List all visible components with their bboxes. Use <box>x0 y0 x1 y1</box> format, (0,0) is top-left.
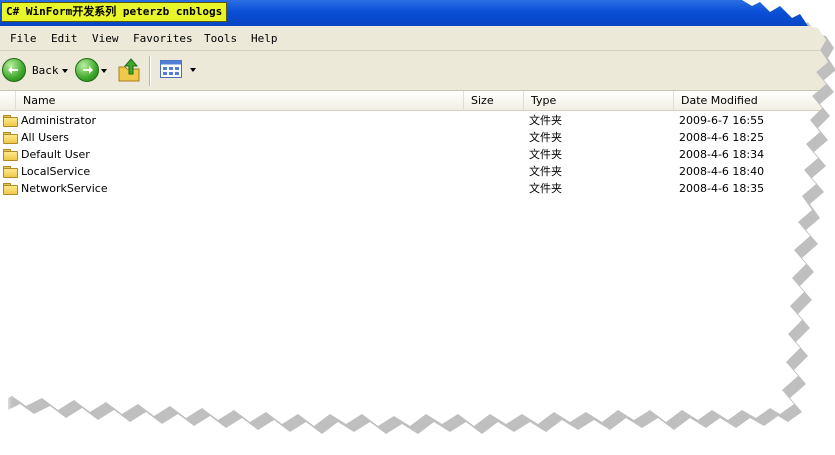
file-name: NetworkService <box>21 182 108 195</box>
menu-view[interactable]: View <box>92 26 119 50</box>
forward-arrow-icon <box>75 58 99 82</box>
title-bar[interactable]: C# WinForm开发系列 peterzb cnblogs <box>0 0 828 26</box>
menu-favorites[interactable]: Favorites <box>133 26 193 50</box>
file-row[interactable]: All Users 文件夹 2008-4-6 18:25 <box>0 129 828 146</box>
folder-icon <box>3 149 18 161</box>
up-button[interactable] <box>116 56 142 84</box>
file-date: 2008-4-6 18:34 <box>679 148 765 161</box>
menu-help[interactable]: Help <box>251 26 278 50</box>
folder-up-icon <box>117 57 141 87</box>
toolbar-separator <box>149 56 150 86</box>
file-date: 2008-4-6 18:40 <box>679 165 765 178</box>
menu-bar: File Edit View Favorites Tools Help <box>0 26 828 51</box>
file-type: 文件夹 <box>529 148 562 161</box>
file-name: All Users <box>21 131 69 144</box>
views-button[interactable] <box>158 58 200 82</box>
file-date: 2009-6-7 16:55 <box>679 114 765 127</box>
views-icon <box>160 60 182 82</box>
folder-icon <box>3 183 18 195</box>
back-dropdown-icon <box>62 69 68 73</box>
file-row[interactable]: Default User 文件夹 2008-4-6 18:34 <box>0 146 828 163</box>
folder-icon <box>3 166 18 178</box>
file-row[interactable]: Administrator 文件夹 2009-6-7 16:55 <box>0 112 828 129</box>
file-date: 2008-4-6 18:25 <box>679 131 765 144</box>
column-size[interactable]: Size <box>463 91 523 110</box>
file-type: 文件夹 <box>529 114 562 127</box>
file-row[interactable]: LocalService 文件夹 2008-4-6 18:40 <box>0 163 828 180</box>
menu-file[interactable]: File <box>10 26 37 50</box>
file-name: Default User <box>21 148 90 161</box>
back-label: Back <box>32 64 59 77</box>
window-title: C# WinForm开发系列 peterzb cnblogs <box>1 2 228 22</box>
back-arrow-icon <box>2 58 26 82</box>
views-dropdown-icon <box>190 68 196 72</box>
file-name: Administrator <box>21 114 96 127</box>
file-row[interactable]: NetworkService 文件夹 2008-4-6 18:35 <box>0 180 828 197</box>
column-header: Name Size Type Date Modified <box>0 91 828 111</box>
column-type[interactable]: Type <box>523 91 673 110</box>
menu-tools[interactable]: Tools <box>204 26 237 50</box>
menu-edit[interactable]: Edit <box>51 26 78 50</box>
file-type: 文件夹 <box>529 165 562 178</box>
explorer-window: C# WinForm开发系列 peterzb cnblogs File Edit… <box>0 0 828 426</box>
file-type: 文件夹 <box>529 182 562 195</box>
folder-icon <box>3 115 18 127</box>
file-date: 2008-4-6 18:35 <box>679 182 765 195</box>
toolbar: Back <box>0 51 828 91</box>
folder-icon <box>3 132 18 144</box>
file-name: LocalService <box>21 165 91 178</box>
forward-dropdown-icon <box>101 69 107 73</box>
forward-button[interactable] <box>74 57 110 83</box>
file-type: 文件夹 <box>529 131 562 144</box>
column-date-modified[interactable]: Date Modified <box>673 91 828 110</box>
back-button[interactable]: Back <box>1 57 71 83</box>
column-name[interactable]: Name <box>15 91 463 110</box>
